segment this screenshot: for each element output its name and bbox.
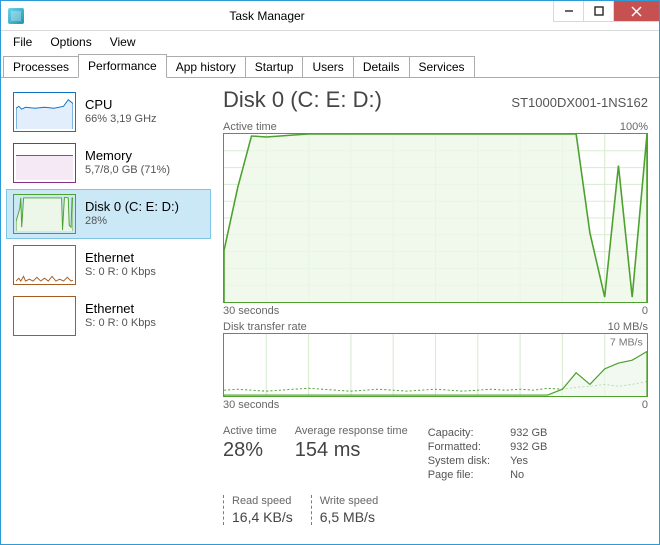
ethernet-thumb-icon [13,245,76,285]
sidebar-item-ethernet-2[interactable]: EthernetS: 0 R: 0 Kbps [6,291,211,341]
sidebar: CPU66% 3,19 GHz Memory5,7/8,0 GB (71%) D… [6,87,211,539]
titlebar[interactable]: Task Manager [1,1,659,31]
tab-services[interactable]: Services [409,56,475,77]
meta-pagefile-label: Page file: [428,469,508,481]
sidebar-item-label: CPU [85,97,157,113]
menu-view[interactable]: View [101,32,145,52]
tab-app-history[interactable]: App history [166,56,246,77]
meta-systemdisk-value: Yes [510,455,547,467]
stat-read-value: 16,4 KB/s [232,509,293,525]
main-title: Disk 0 (C: E: D:) [223,87,382,113]
meta-systemdisk-label: System disk: [428,455,508,467]
chart2-label: Disk transfer rate [223,321,307,333]
stat-write-label: Write speed [320,495,379,507]
sidebar-item-sub: 66% 3,19 GHz [85,113,157,127]
sidebar-item-disk0[interactable]: Disk 0 (C: E: D:)28% [6,189,211,239]
sidebar-item-sub: S: 0 R: 0 Kbps [85,266,156,280]
sidebar-item-memory[interactable]: Memory5,7/8,0 GB (71%) [6,138,211,188]
stat-avg-resp-value: 154 ms [295,439,408,462]
tab-startup[interactable]: Startup [245,56,304,77]
tab-details[interactable]: Details [353,56,410,77]
chart2-xright: 0 [642,399,648,411]
tab-users[interactable]: Users [302,56,353,77]
sidebar-item-sub: 28% [85,215,179,229]
close-button[interactable] [613,1,659,22]
chart2-innerlabel: 7 MB/s [610,338,643,349]
window-title: Task Manager [31,9,553,23]
ethernet-thumb-icon [13,296,76,336]
disk-model: ST1000DX001-1NS162 [511,95,648,110]
tab-performance[interactable]: Performance [78,54,167,78]
meta-capacity-value: 932 GB [510,427,547,439]
chart1-max: 100% [620,121,648,133]
sidebar-item-sub: 5,7/8,0 GB (71%) [85,164,170,178]
menu-options[interactable]: Options [41,32,100,52]
sidebar-item-ethernet-1[interactable]: EthernetS: 0 R: 0 Kbps [6,240,211,290]
main-panel: Disk 0 (C: E: D:) ST1000DX001-1NS162 Act… [223,87,654,539]
stat-write-value: 6,5 MB/s [320,509,379,525]
stat-avg-resp-label: Average response time [295,425,408,437]
meta-capacity-label: Capacity: [428,427,508,439]
sidebar-item-label: Memory [85,148,170,164]
memory-thumb-icon [13,143,76,183]
stat-read-label: Read speed [232,495,293,507]
sidebar-item-sub: S: 0 R: 0 Kbps [85,317,156,331]
transfer-rate-chart: 7 MB/s [223,333,648,397]
sidebar-item-label: Ethernet [85,301,156,317]
sidebar-item-label: Disk 0 (C: E: D:) [85,199,179,215]
meta-pagefile-value: No [510,469,547,481]
disk-thumb-icon [13,194,76,234]
stat-active-time-value: 28% [223,439,277,462]
sidebar-item-cpu[interactable]: CPU66% 3,19 GHz [6,87,211,137]
sidebar-item-label: Ethernet [85,250,156,266]
chart1-xright: 0 [642,305,648,317]
minimize-button[interactable] [553,1,583,22]
active-time-chart [223,133,648,303]
disk-meta-table: Capacity: 932 GB Formatted: 932 GB Syste… [426,425,550,483]
cpu-thumb-icon [13,92,76,132]
maximize-button[interactable] [583,1,613,22]
tab-strip: Processes Performance App history Startu… [1,53,659,78]
tab-processes[interactable]: Processes [3,56,79,77]
stat-active-time-label: Active time [223,425,277,437]
chart2-xleft: 30 seconds [223,399,279,411]
menubar: File Options View [1,31,659,53]
chart1-xleft: 30 seconds [223,305,279,317]
content-area: CPU66% 3,19 GHz Memory5,7/8,0 GB (71%) D… [1,78,659,544]
app-icon [8,8,24,24]
chart1-label: Active time [223,121,277,133]
chart2-max: 10 MB/s [608,321,648,333]
meta-formatted-value: 932 GB [510,441,547,453]
menu-file[interactable]: File [4,32,41,52]
meta-formatted-label: Formatted: [428,441,508,453]
task-manager-window: Task Manager File Options View Processes… [0,0,660,545]
